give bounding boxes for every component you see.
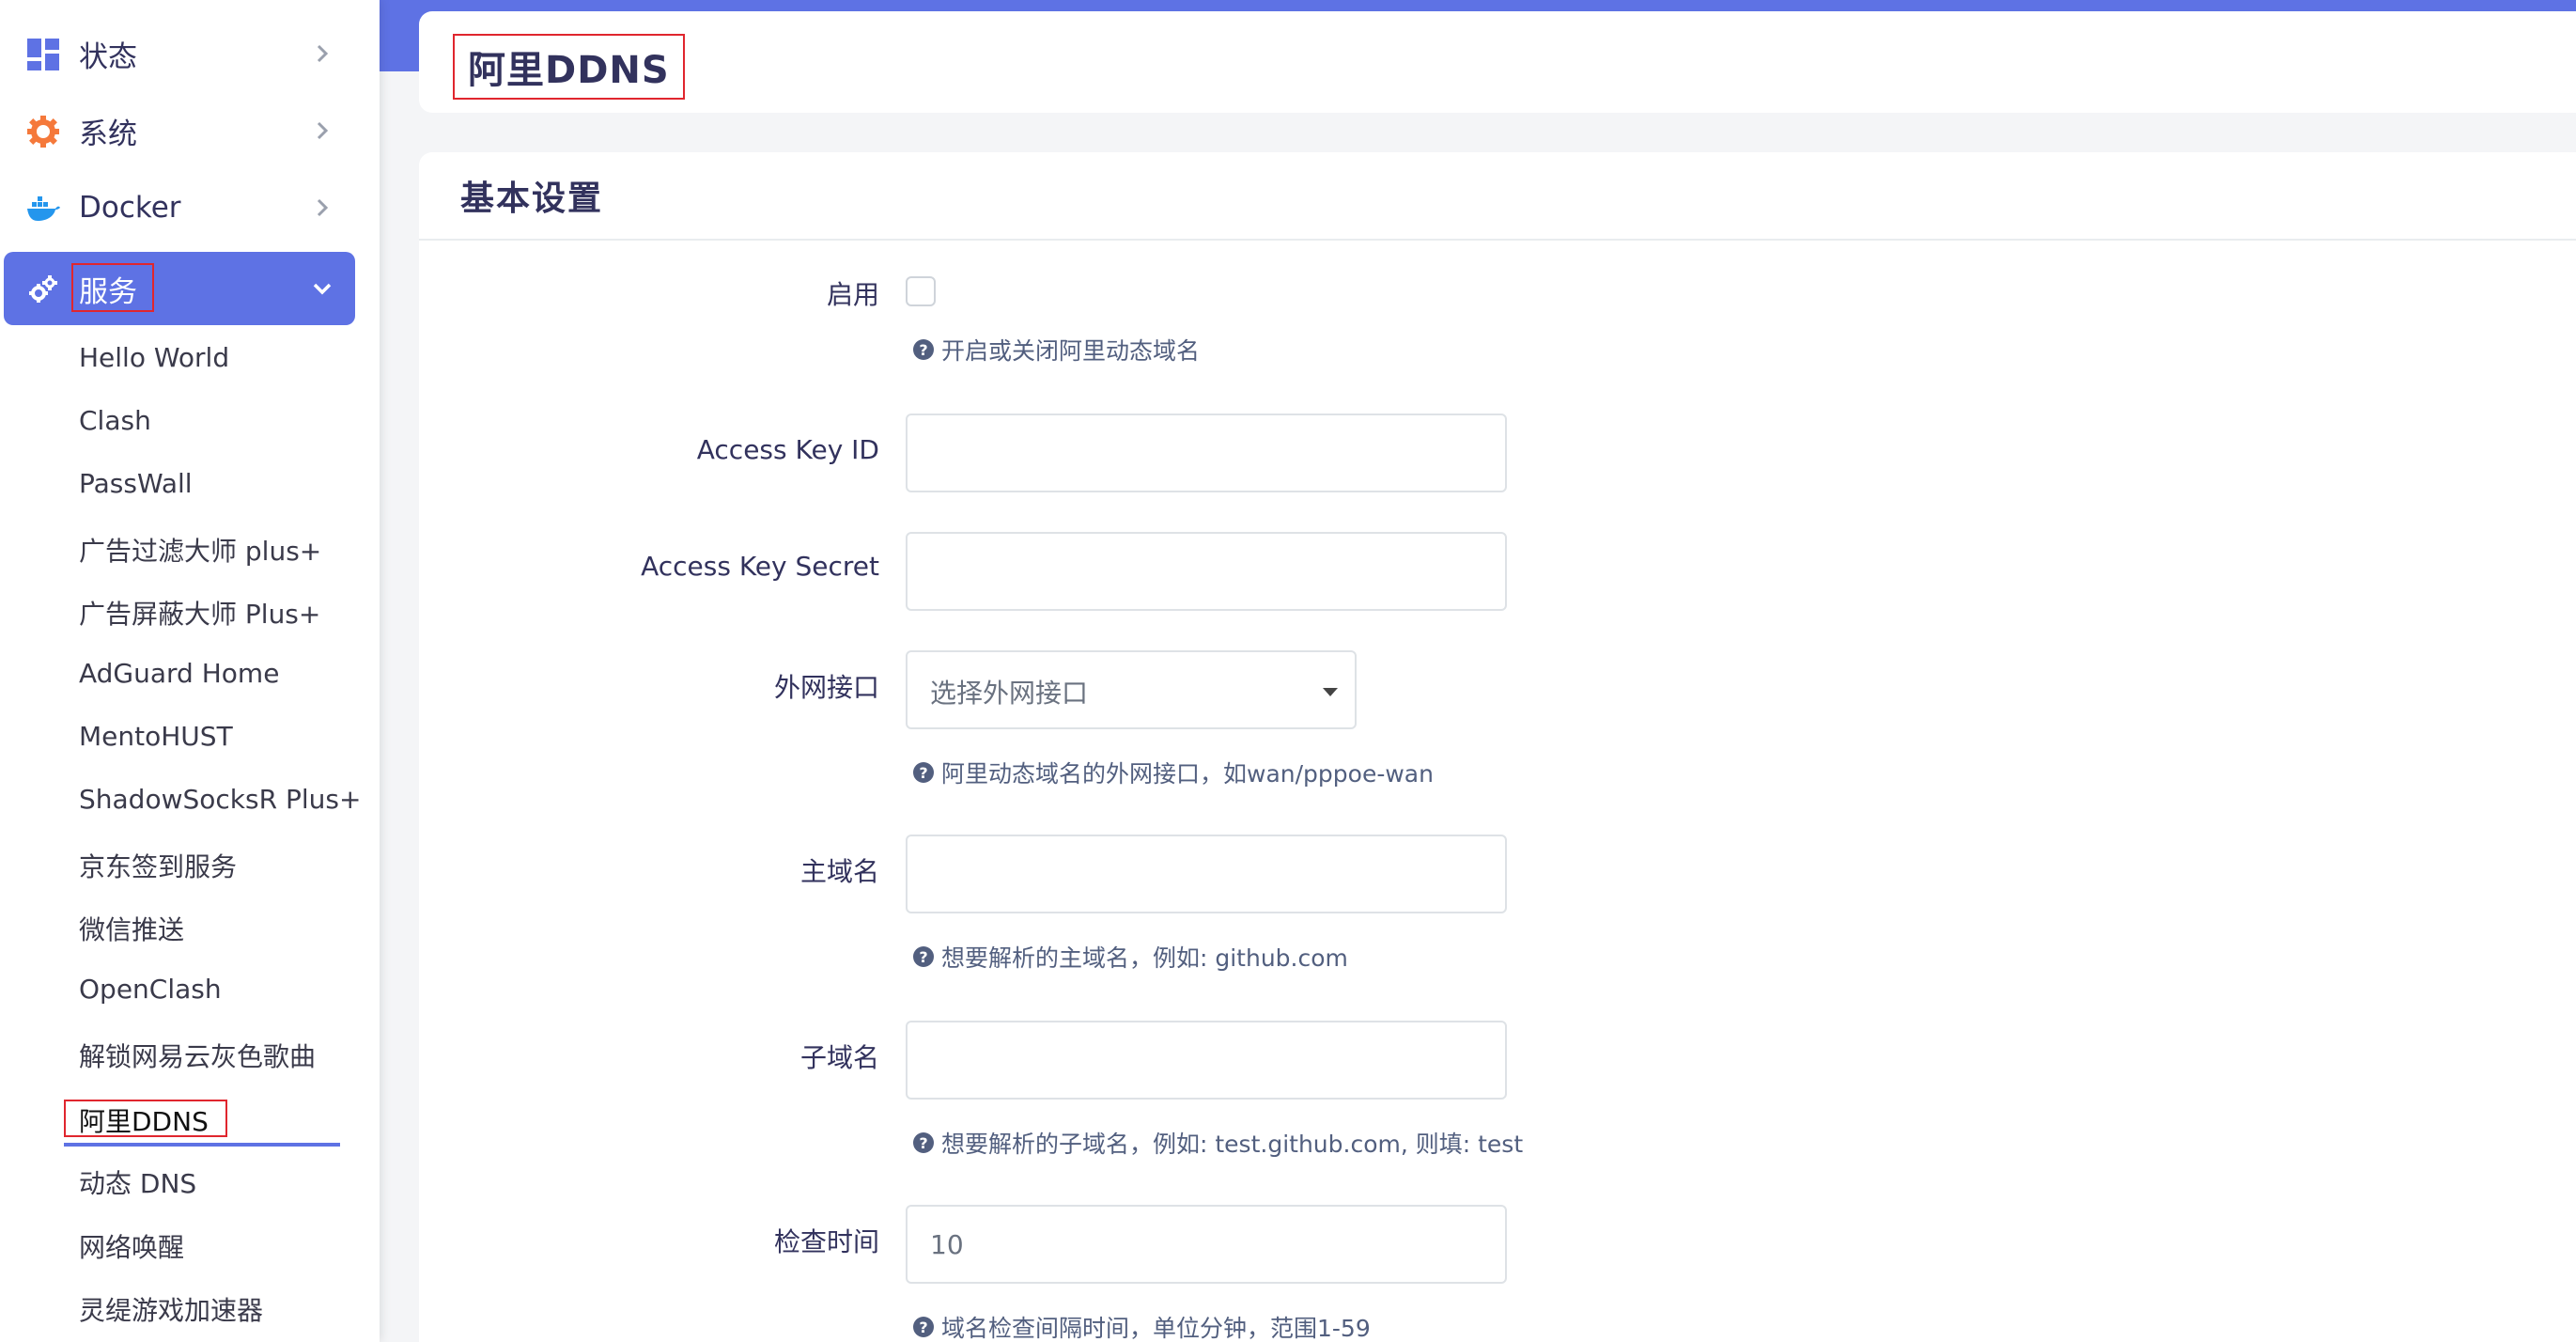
sidebar-item-ad-block-plus[interactable]: 广告屏蔽大师 Plus+ <box>79 594 320 632</box>
sidebar-item-jd-signin[interactable]: 京东签到服务 <box>79 847 237 884</box>
menu-docker-label: Docker <box>79 191 181 225</box>
menu-docker[interactable]: Docker <box>4 171 355 244</box>
menu-services[interactable]: 服务 <box>4 252 355 325</box>
sidebar-item-unblock-netease[interactable]: 解锁网易云灰色歌曲 <box>79 1037 316 1074</box>
sidebar-item-aliddns[interactable]: 阿里DDNS <box>79 1101 209 1139</box>
main-domain-help-text: 想要解析的主域名，例如: github.com <box>941 944 1348 972</box>
sidebar-item-wake-on-lan[interactable]: 网络唤醒 <box>79 1227 184 1265</box>
wan-interface-select[interactable]: 选择外网接口 <box>906 650 1357 729</box>
services-gears-icon <box>26 273 60 306</box>
menu-system-label: 系统 <box>79 117 137 151</box>
access-key-id-input[interactable] <box>906 414 1507 492</box>
chevron-down-icon <box>308 274 336 303</box>
wan-interface-placeholder: 选择外网接口 <box>930 678 1089 709</box>
chevron-right-icon <box>308 194 336 222</box>
sub-domain-label: 子域名 <box>799 1042 879 1073</box>
check-time-help-text: 域名检查间隔时间，单位分钟，范围1-59 <box>941 1315 1371 1342</box>
enable-checkbox[interactable] <box>906 276 936 306</box>
sidebar: 状态 系统 Docker 服务 Hello World Clash PassWa… <box>0 0 380 1342</box>
settings-card: 基本设置 启用 ? 开启或关闭阿里动态域名 Access Key ID Acce… <box>419 152 2576 1342</box>
enable-help: ? 开启或关闭阿里动态域名 <box>913 333 1200 367</box>
enable-label: 启用 <box>826 279 879 310</box>
chevron-right-icon <box>308 39 336 68</box>
check-time-input[interactable] <box>906 1205 1507 1284</box>
wan-interface-label: 外网接口 <box>773 672 879 703</box>
sidebar-item-mentohust[interactable]: MentoHUST <box>79 721 233 752</box>
sidebar-item-dynamic-dns[interactable]: 动态 DNS <box>79 1163 196 1201</box>
question-circle-icon: ? <box>913 339 934 360</box>
check-time-label: 检查时间 <box>773 1226 879 1257</box>
gear-icon <box>26 115 60 148</box>
sidebar-item-leigod-accelerator[interactable]: 灵缇游戏加速器 <box>79 1290 263 1328</box>
card-header: 基本设置 <box>419 152 2576 241</box>
sidebar-item-ad-filter-plus[interactable]: 广告过滤大师 plus+ <box>79 531 321 569</box>
sidebar-item-clash[interactable]: Clash <box>79 405 151 436</box>
section-title: 基本设置 <box>460 179 604 218</box>
question-circle-icon: ? <box>913 1317 934 1337</box>
access-key-secret-label: Access Key Secret <box>641 551 879 582</box>
sub-domain-input[interactable] <box>906 1021 1507 1100</box>
question-circle-icon: ? <box>913 762 934 783</box>
access-key-id-label: Access Key ID <box>696 434 879 465</box>
menu-status[interactable]: 状态 <box>4 17 355 90</box>
sidebar-item-passwall[interactable]: PassWall <box>79 468 193 499</box>
main-domain-label: 主域名 <box>799 856 879 887</box>
question-circle-icon: ? <box>913 1132 934 1153</box>
sidebar-item-shadowsocksr-plus[interactable]: ShadowSocksR Plus+ <box>79 784 361 815</box>
sidebar-item-hello-world[interactable]: Hello World <box>79 342 229 373</box>
title-card: 阿里DDNS <box>419 11 2576 113</box>
wan-interface-help: ? 阿里动态域名的外网接口，如wan/pppoe-wan <box>913 756 1434 789</box>
sub-domain-help: ? 想要解析的子域名，例如: test.github.com, 则填: test <box>913 1126 1523 1160</box>
sidebar-item-openclash[interactable]: OpenClash <box>79 974 222 1005</box>
menu-status-label: 状态 <box>79 39 137 74</box>
question-circle-icon: ? <box>913 946 934 967</box>
wan-interface-help-text: 阿里动态域名的外网接口，如wan/pppoe-wan <box>941 760 1434 788</box>
main-domain-input[interactable] <box>906 835 1507 913</box>
docker-icon <box>26 192 60 226</box>
dashboard-icon <box>26 38 60 71</box>
check-time-help: ? 域名检查间隔时间，单位分钟，范围1-59 <box>913 1310 1371 1342</box>
sub-domain-help-text: 想要解析的子域名，例如: test.github.com, 则填: test <box>941 1131 1524 1158</box>
access-key-secret-input[interactable] <box>906 532 1507 611</box>
main-domain-help: ? 想要解析的主域名，例如: github.com <box>913 940 1348 974</box>
chevron-right-icon <box>308 117 336 145</box>
active-item-underline <box>64 1143 340 1147</box>
sidebar-item-wechat-push[interactable]: 微信推送 <box>79 910 184 947</box>
menu-system[interactable]: 系统 <box>4 94 355 167</box>
menu-services-label: 服务 <box>79 274 137 309</box>
enable-help-text: 开启或关闭阿里动态域名 <box>941 337 1201 365</box>
caret-down-icon <box>1323 688 1338 696</box>
page-title: 阿里DDNS <box>453 34 685 100</box>
sidebar-item-adguard-home[interactable]: AdGuard Home <box>79 658 279 689</box>
